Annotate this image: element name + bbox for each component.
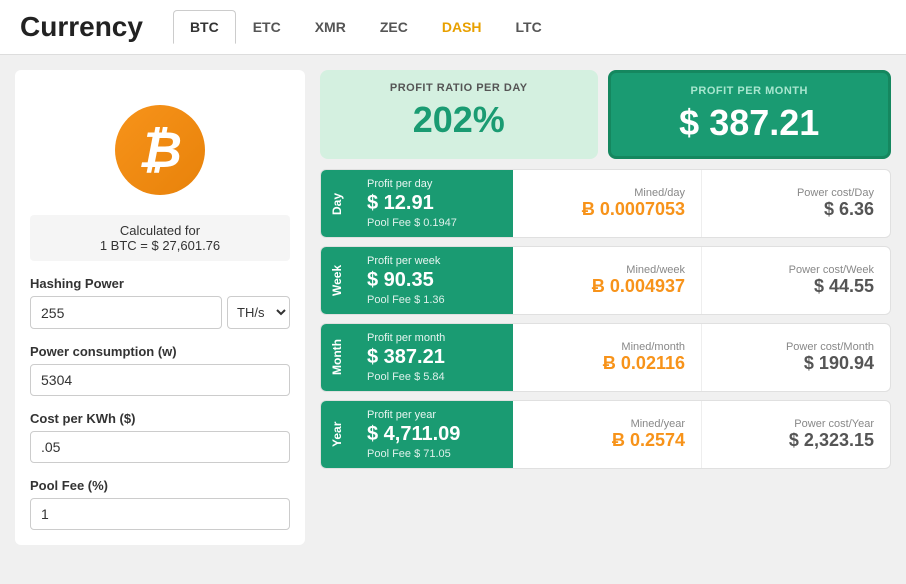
monthly-label: PROFIT PER MONTH — [631, 85, 869, 97]
period-profit: Profit per week $ 90.35 Pool Fee $ 1.36 — [353, 247, 513, 314]
power-cost-value: $ 2,323.15 — [718, 430, 874, 451]
cost-input[interactable] — [30, 431, 290, 463]
tab-btc[interactable]: BTC — [173, 10, 236, 44]
period-mined: Mined/week Ƀ 0.004937 — [513, 247, 701, 314]
ratio-label: PROFIT RATIO PER DAY — [340, 82, 578, 94]
period-mined: Mined/year Ƀ 0.2574 — [513, 401, 701, 468]
pool-fee: Pool Fee $ 71.05 — [367, 448, 499, 460]
period-rows: Day Profit per day $ 12.91 Pool Fee $ 0.… — [320, 169, 891, 469]
period-power: Power cost/Month $ 190.94 — [701, 324, 890, 391]
power-cost-label: Power cost/Day — [718, 187, 874, 199]
period-profit: Profit per day $ 12.91 Pool Fee $ 0.1947 — [353, 170, 513, 237]
power-cost-value: $ 6.36 — [718, 199, 874, 220]
pool-fee: Pool Fee $ 5.84 — [367, 371, 499, 383]
header: Currency BTCETCXMRZECDASHLTC — [0, 0, 906, 55]
bitcoin-circle: ₿ — [115, 105, 205, 195]
period-row-month: Month Profit per month $ 387.21 Pool Fee… — [320, 323, 891, 392]
tab-xmr[interactable]: XMR — [298, 10, 363, 44]
profit-title: Profit per day — [367, 178, 499, 190]
period-power: Power cost/Year $ 2,323.15 — [701, 401, 890, 468]
period-profit: Profit per month $ 387.21 Pool Fee $ 5.8… — [353, 324, 513, 391]
mined-value: Ƀ 0.2574 — [529, 430, 685, 451]
calc-for-box: Calculated for 1 BTC = $ 27,601.76 — [30, 215, 290, 261]
power-input[interactable] — [30, 364, 290, 396]
power-label: Power consumption (w) — [30, 344, 290, 359]
power-cost-value: $ 44.55 — [718, 276, 874, 297]
hashing-input-row: TH/s GH/s MH/s — [30, 296, 290, 329]
power-cost-label: Power cost/Year — [718, 418, 874, 430]
hashing-power-group: Hashing Power TH/s GH/s MH/s — [30, 276, 290, 329]
hashing-unit-select[interactable]: TH/s GH/s MH/s — [227, 296, 290, 329]
tab-ltc[interactable]: LTC — [499, 10, 559, 44]
period-label: Week — [321, 247, 353, 314]
period-row-year: Year Profit per year $ 4,711.09 Pool Fee… — [320, 400, 891, 469]
period-row-day: Day Profit per day $ 12.91 Pool Fee $ 0.… — [320, 169, 891, 238]
period-profit: Profit per year $ 4,711.09 Pool Fee $ 71… — [353, 401, 513, 468]
mined-label: Mined/month — [529, 341, 685, 353]
tab-bar: BTCETCXMRZECDASHLTC — [173, 10, 559, 44]
profit-title: Profit per week — [367, 255, 499, 267]
power-consumption-group: Power consumption (w) — [30, 344, 290, 396]
profit-title: Profit per month — [367, 332, 499, 344]
calc-for-label: Calculated for — [38, 223, 282, 238]
page-title: Currency — [20, 11, 143, 43]
period-mined: Mined/month Ƀ 0.02116 — [513, 324, 701, 391]
left-panel: ₿ Calculated for 1 BTC = $ 27,601.76 Has… — [15, 70, 305, 545]
main-content: ₿ Calculated for 1 BTC = $ 27,601.76 Has… — [0, 55, 906, 560]
tab-dash[interactable]: DASH — [425, 10, 499, 44]
bitcoin-icon-wrap: ₿ — [30, 85, 290, 205]
right-panel: PROFIT RATIO PER DAY 202% PROFIT PER MON… — [320, 70, 891, 545]
mined-value: Ƀ 0.004937 — [529, 276, 685, 297]
hashing-label: Hashing Power — [30, 276, 290, 291]
period-label: Day — [321, 170, 353, 237]
profit-title: Profit per year — [367, 409, 499, 421]
period-power: Power cost/Week $ 44.55 — [701, 247, 890, 314]
mined-label: Mined/year — [529, 418, 685, 430]
profit-amount: $ 90.35 — [367, 269, 499, 292]
pool-input[interactable] — [30, 498, 290, 530]
profit-ratio-card: PROFIT RATIO PER DAY 202% — [320, 70, 598, 159]
power-cost-value: $ 190.94 — [718, 353, 874, 374]
pool-fee-group: Pool Fee (%) — [30, 478, 290, 530]
profit-amount: $ 4,711.09 — [367, 423, 499, 446]
profit-monthly-card: PROFIT PER MONTH $ 387.21 — [608, 70, 892, 159]
profit-summary: PROFIT RATIO PER DAY 202% PROFIT PER MON… — [320, 70, 891, 159]
mined-value: Ƀ 0.0007053 — [529, 199, 685, 220]
hashing-input[interactable] — [30, 296, 222, 329]
cost-label: Cost per KWh ($) — [30, 411, 290, 426]
tab-etc[interactable]: ETC — [236, 10, 298, 44]
profit-amount: $ 12.91 — [367, 192, 499, 215]
bitcoin-symbol: ₿ — [138, 125, 182, 175]
pool-label: Pool Fee (%) — [30, 478, 290, 493]
mined-label: Mined/week — [529, 264, 685, 276]
period-power: Power cost/Day $ 6.36 — [701, 170, 890, 237]
profit-amount: $ 387.21 — [367, 346, 499, 369]
monthly-value: $ 387.21 — [631, 102, 869, 144]
period-row-week: Week Profit per week $ 90.35 Pool Fee $ … — [320, 246, 891, 315]
calc-for-value: 1 BTC = $ 27,601.76 — [38, 238, 282, 253]
pool-fee: Pool Fee $ 1.36 — [367, 294, 499, 306]
pool-fee: Pool Fee $ 0.1947 — [367, 217, 499, 229]
cost-kwh-group: Cost per KWh ($) — [30, 411, 290, 463]
mined-label: Mined/day — [529, 187, 685, 199]
tab-zec[interactable]: ZEC — [363, 10, 425, 44]
period-label: Year — [321, 401, 353, 468]
power-cost-label: Power cost/Month — [718, 341, 874, 353]
mined-value: Ƀ 0.02116 — [529, 353, 685, 374]
ratio-value: 202% — [340, 99, 578, 141]
period-mined: Mined/day Ƀ 0.0007053 — [513, 170, 701, 237]
period-label: Month — [321, 324, 353, 391]
power-cost-label: Power cost/Week — [718, 264, 874, 276]
